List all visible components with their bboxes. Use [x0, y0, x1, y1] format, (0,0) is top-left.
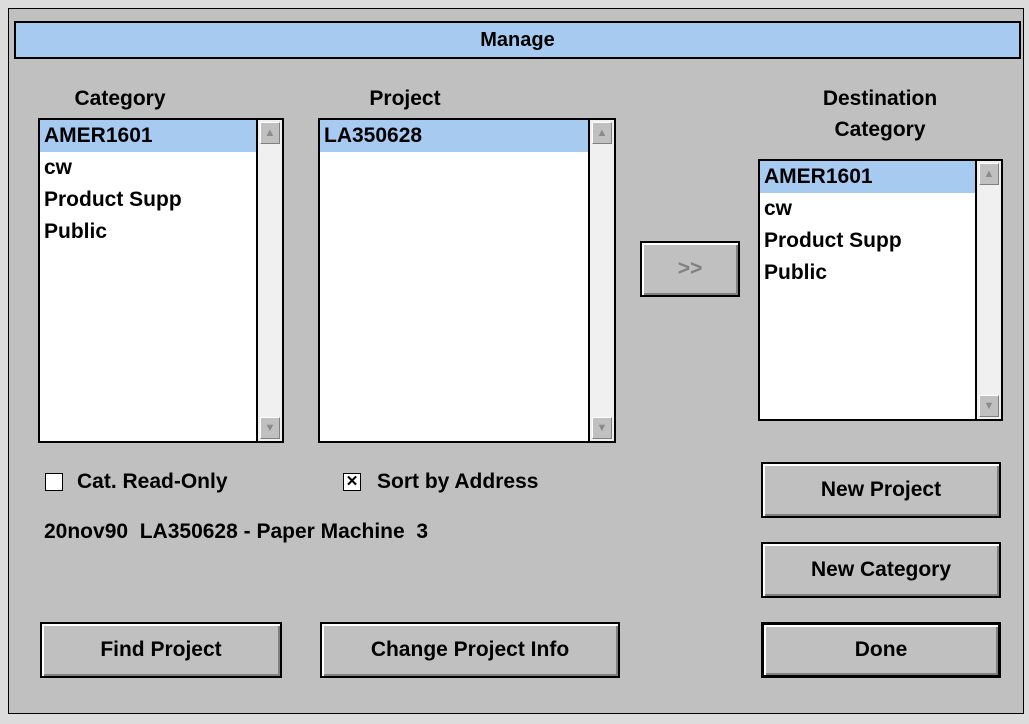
new-project-button[interactable]: New Project — [761, 462, 1001, 518]
find-project-button[interactable]: Find Project — [40, 622, 282, 678]
x-check-icon: ✕ — [345, 473, 359, 490]
category-item[interactable]: AMER1601 — [40, 120, 256, 152]
scroll-up-icon[interactable]: ▲ — [592, 122, 612, 144]
project-list-items: LA350628 — [320, 120, 588, 441]
cat-read-only-label[interactable]: Cat. Read-Only — [77, 467, 228, 497]
dialog-title: Manage — [14, 21, 1021, 59]
destination-category-listbox[interactable]: AMER1601 cw Product Supp Public ▲ ▼ — [758, 159, 1003, 421]
sort-by-address-checkbox[interactable]: ✕ — [343, 473, 361, 491]
destination-label-line1: Destination — [822, 87, 938, 110]
change-project-info-button[interactable]: Change Project Info — [320, 622, 620, 678]
category-listbox[interactable]: AMER1601 cw Product Supp Public ▲ ▼ — [38, 118, 284, 443]
category-item[interactable]: Public — [40, 216, 256, 248]
destination-item[interactable]: Public — [760, 257, 975, 289]
destination-item[interactable]: Product Supp — [760, 225, 975, 257]
category-label: Category — [74, 87, 166, 110]
new-category-button[interactable]: New Category — [761, 542, 1001, 598]
category-item[interactable]: Product Supp — [40, 184, 256, 216]
destination-label-line2: Category — [834, 118, 926, 141]
project-scrollbar[interactable]: ▲ ▼ — [588, 120, 614, 441]
project-listbox[interactable]: LA350628 ▲ ▼ — [318, 118, 616, 443]
category-list-items: AMER1601 cw Product Supp Public — [40, 120, 256, 441]
destination-scrollbar[interactable]: ▲ ▼ — [975, 161, 1001, 419]
scroll-up-icon[interactable]: ▲ — [979, 163, 999, 185]
scroll-down-icon[interactable]: ▼ — [592, 417, 612, 439]
project-label: Project — [369, 87, 441, 110]
destination-item[interactable]: cw — [760, 193, 975, 225]
category-scrollbar[interactable]: ▲ ▼ — [256, 120, 282, 441]
scroll-up-icon[interactable]: ▲ — [260, 122, 280, 144]
category-item[interactable]: cw — [40, 152, 256, 184]
move-to-destination-button[interactable]: >> — [640, 241, 740, 297]
scroll-down-icon[interactable]: ▼ — [260, 417, 280, 439]
scroll-down-icon[interactable]: ▼ — [979, 395, 999, 417]
cat-read-only-checkbox[interactable] — [45, 473, 63, 491]
project-status-text: 20nov90 LA350628 - Paper Machine 3 — [44, 520, 429, 543]
destination-item[interactable]: AMER1601 — [760, 161, 975, 193]
done-button[interactable]: Done — [761, 622, 1001, 678]
sort-by-address-label[interactable]: Sort by Address — [377, 467, 538, 497]
destination-list-items: AMER1601 cw Product Supp Public — [760, 161, 975, 419]
destination-category-label: Destination Category — [760, 83, 1000, 145]
project-item[interactable]: LA350628 — [320, 120, 588, 152]
